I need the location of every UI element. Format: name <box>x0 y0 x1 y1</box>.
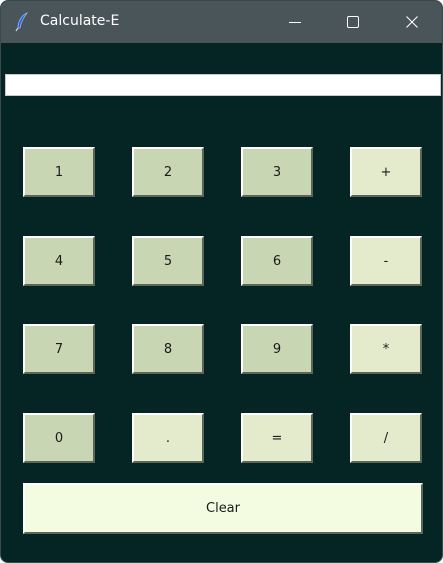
add-button[interactable]: + <box>350 147 422 197</box>
key-0-button[interactable]: 0 <box>23 413 95 463</box>
key-1-button[interactable]: 1 <box>23 147 95 197</box>
equals-button[interactable]: = <box>241 413 313 463</box>
divide-button[interactable]: / <box>350 413 422 463</box>
calculator-window: Calculate-E 1 2 3 + 4 5 6 - 7 8 9 * 0 . … <box>0 0 443 563</box>
close-icon <box>406 16 418 28</box>
key-7-button[interactable]: 7 <box>23 324 95 374</box>
clear-button[interactable]: Clear <box>23 483 423 534</box>
feather-icon <box>15 12 29 32</box>
minimize-icon <box>289 16 301 28</box>
minimize-button[interactable] <box>266 1 324 43</box>
key-8-button[interactable]: 8 <box>132 324 204 374</box>
subtract-button[interactable]: - <box>350 236 422 286</box>
maximize-icon <box>347 16 359 28</box>
close-button[interactable] <box>383 1 441 43</box>
window-title: Calculate-E <box>40 13 120 29</box>
maximize-button[interactable] <box>324 1 382 43</box>
key-4-button[interactable]: 4 <box>23 236 95 286</box>
calculator-display[interactable] <box>5 74 441 96</box>
key-5-button[interactable]: 5 <box>132 236 204 286</box>
key-9-button[interactable]: 9 <box>241 324 313 374</box>
key-3-button[interactable]: 3 <box>241 147 313 197</box>
title-bar[interactable]: Calculate-E <box>1 1 442 43</box>
key-6-button[interactable]: 6 <box>241 236 313 286</box>
multiply-button[interactable]: * <box>350 324 422 374</box>
key-2-button[interactable]: 2 <box>132 147 204 197</box>
decimal-button[interactable]: . <box>132 413 204 463</box>
